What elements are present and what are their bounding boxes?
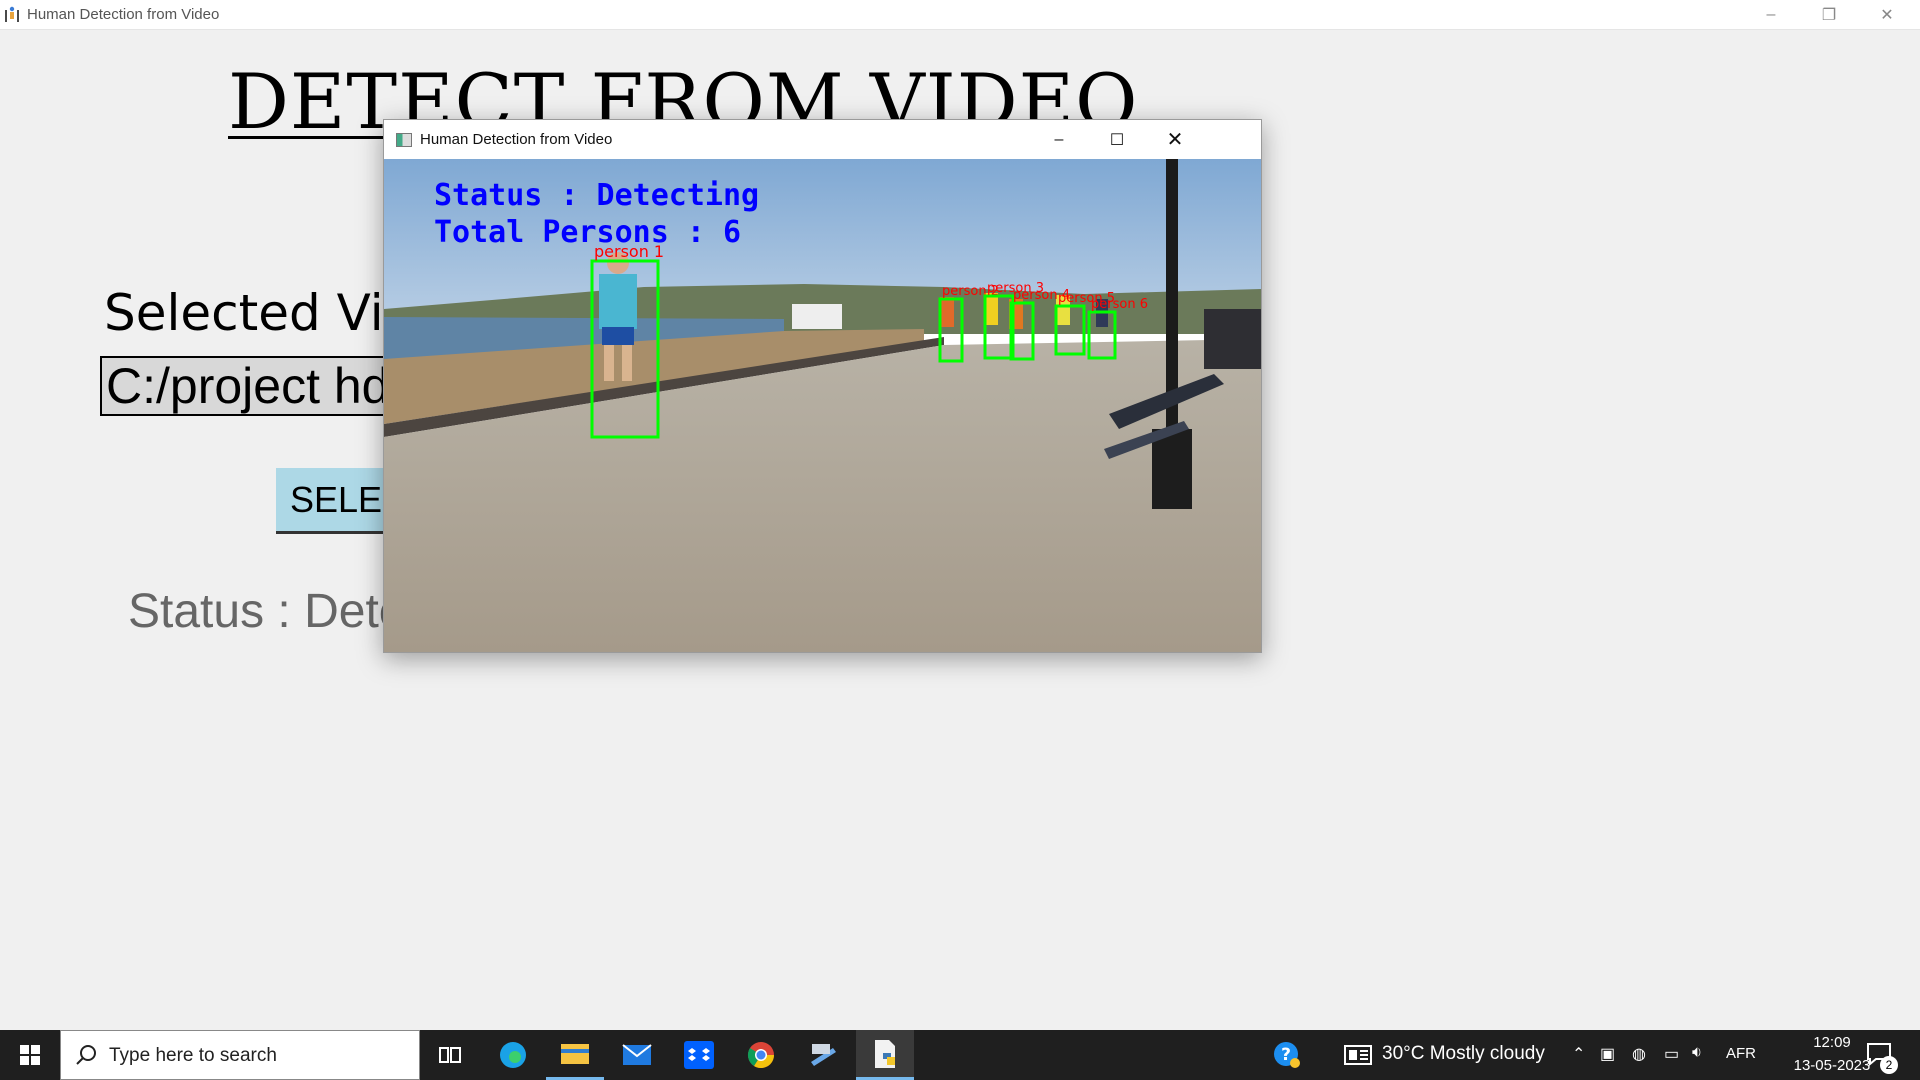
file-explorer-icon	[561, 1043, 589, 1064]
volume-icon[interactable]: 🔉︎	[1692, 1044, 1702, 1062]
overlay-status: Status : Detecting	[434, 178, 759, 213]
svg-text:?: ?	[1281, 1045, 1291, 1065]
app-window-icon	[5, 6, 19, 22]
video-minimize-button[interactable]: –	[1030, 120, 1088, 159]
close-button[interactable]: ✕	[1858, 0, 1916, 29]
taskbar-search-box[interactable]: Type here to search	[60, 1030, 420, 1080]
video-title-bar[interactable]: Human Detection from Video – ☐ ✕	[384, 120, 1261, 159]
weather-news-icon	[1344, 1045, 1372, 1065]
edge-icon	[500, 1042, 526, 1068]
parked-cars	[1204, 309, 1261, 369]
video-window: Human Detection from Video – ☐ ✕ person …	[383, 119, 1262, 653]
app-icon	[811, 1044, 836, 1066]
camera-icon[interactable]: ▭	[1664, 1044, 1679, 1064]
windows-logo-icon	[20, 1045, 40, 1065]
file-explorer-button[interactable]	[546, 1030, 604, 1080]
video-window-icon	[396, 133, 412, 147]
dropbox-button[interactable]	[670, 1030, 728, 1080]
mail-icon	[622, 1044, 652, 1065]
globe-icon[interactable]: ◍	[1632, 1044, 1646, 1064]
search-placeholder: Type here to search	[109, 1045, 277, 1066]
minimize-button[interactable]: –	[1742, 0, 1800, 29]
python-idle-icon	[875, 1039, 895, 1068]
video-close-button[interactable]: ✕	[1146, 120, 1204, 159]
shelter	[792, 304, 842, 329]
detection-label: person 6	[1091, 297, 1148, 312]
chrome-icon	[747, 1042, 775, 1069]
python-idle-button[interactable]	[856, 1030, 914, 1080]
main-window-title: Human Detection from Video	[27, 6, 220, 23]
weather-text[interactable]: 30°C Mostly cloudy	[1382, 1043, 1545, 1065]
weather-button[interactable]	[1336, 1030, 1380, 1080]
task-view-icon	[439, 1047, 461, 1063]
video-window-title: Human Detection from Video	[420, 131, 613, 148]
restore-button[interactable]: ❐	[1800, 0, 1858, 29]
mail-button[interactable]	[608, 1030, 666, 1080]
search-icon	[76, 1045, 96, 1065]
dropbox-icon	[684, 1041, 714, 1069]
runner-figure	[599, 274, 637, 329]
help-button[interactable]: ?	[1258, 1030, 1316, 1080]
help-icon: ?	[1274, 1042, 1300, 1068]
pinned-app-button[interactable]	[794, 1030, 852, 1080]
notification-count: 2	[1880, 1056, 1898, 1074]
overlay-total-persons: Total Persons : 6	[434, 215, 741, 250]
show-hidden-icons-icon[interactable]: ⌃	[1572, 1044, 1585, 1064]
video-frame: person 1 person 2 person 3 person 4 person 5…	[384, 159, 1261, 652]
video-maximize-button[interactable]: ☐	[1088, 120, 1146, 159]
taskbar: Type here to search ? 30°C Mostly cloudy…	[0, 1030, 1920, 1080]
start-button[interactable]	[0, 1030, 60, 1080]
main-title-bar: Human Detection from Video – ❐ ✕	[0, 0, 1920, 30]
network-card-icon[interactable]: ▣	[1600, 1044, 1615, 1064]
language-indicator[interactable]: AFR	[1726, 1045, 1756, 1062]
chrome-button[interactable]	[732, 1030, 790, 1080]
clock-time[interactable]: 12:09	[1790, 1034, 1874, 1051]
edge-button[interactable]	[484, 1030, 542, 1080]
task-view-button[interactable]	[421, 1030, 479, 1080]
